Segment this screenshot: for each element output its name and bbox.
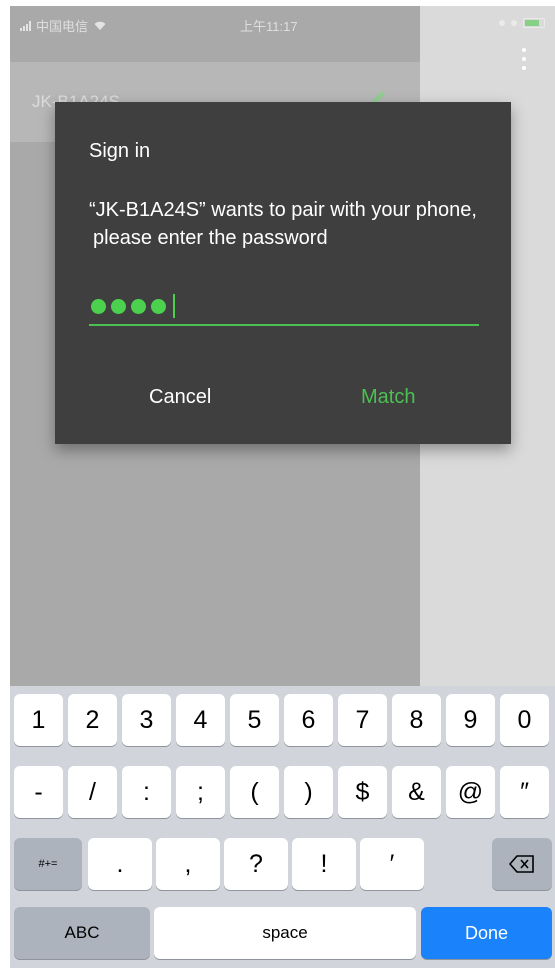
key[interactable]: ? — [224, 838, 288, 890]
key[interactable]: 5 — [230, 694, 279, 746]
keyboard: #+= ABC space Done 1 2 3 4 5 6 7 8 9 0 - /:;() $ & @ ″.… — [10, 686, 555, 968]
dialog-message-line1: “JK-B1A24S” wants to pair with your phon… — [89, 199, 477, 221]
key[interactable]: . — [88, 838, 152, 890]
carrier-name: 中国电信 — [36, 19, 89, 34]
signal-icon — [20, 20, 31, 31]
key[interactable]: 8 — [392, 694, 441, 746]
space-key[interactable]: space — [154, 907, 416, 959]
password-dot — [91, 298, 106, 314]
backspace-icon — [508, 855, 534, 873]
key[interactable]: 3 — [122, 694, 171, 746]
password-dot — [131, 298, 146, 314]
overflow-menu-icon[interactable] — [522, 48, 528, 70]
dialog-title: Sign in — [89, 140, 151, 162]
key[interactable]: 2 — [68, 694, 117, 746]
symbols-toggle-key[interactable]: #+= — [14, 838, 82, 890]
key[interactable]: 0 — [500, 694, 549, 746]
key[interactable]: 7 — [338, 694, 387, 746]
status-time: 上午11:17 — [240, 19, 298, 34]
status-bar: 中国电信 上午11:17 — [10, 6, 555, 42]
key[interactable]: - — [14, 766, 63, 818]
key[interactable]: ; — [176, 766, 225, 818]
key[interactable]: ) — [284, 766, 333, 818]
match-button[interactable]: Match — [361, 386, 415, 409]
dialog-message-line2: please enter the password — [93, 227, 328, 249]
key[interactable]: 9 — [446, 694, 495, 746]
phone-screen: 中国电信 上午11:17 JK-B1A24S Sign in “JK-B1A24… — [10, 6, 555, 968]
wifi-icon — [94, 21, 106, 30]
abc-key[interactable]: ABC — [14, 907, 150, 959]
key[interactable]: ′ — [360, 838, 424, 890]
key[interactable]: & — [392, 766, 441, 818]
status-right — [499, 18, 545, 28]
key[interactable]: 4 — [176, 694, 225, 746]
key[interactable]: , — [156, 838, 220, 890]
key[interactable]: ″ — [500, 766, 549, 818]
key[interactable]: 1 — [14, 694, 63, 746]
key[interactable]: ( — [230, 766, 279, 818]
password-mask — [91, 294, 175, 318]
key[interactable]: $ — [338, 766, 387, 818]
location-icon — [499, 20, 505, 26]
cancel-button[interactable]: Cancel — [149, 386, 211, 409]
password-input[interactable] — [89, 288, 479, 326]
password-dot — [151, 298, 166, 314]
sign-in-dialog: Sign in “JK-B1A24S” wants to pair with y… — [55, 102, 511, 444]
text-cursor — [173, 294, 175, 318]
backspace-key[interactable] — [492, 838, 552, 890]
status-left: 中国电信 — [20, 16, 107, 35]
password-dot — [111, 298, 126, 314]
key[interactable]: / — [68, 766, 117, 818]
key[interactable]: 6 — [284, 694, 333, 746]
dialog-message: “JK-B1A24S” wants to pair with your phon… — [89, 196, 509, 252]
done-key[interactable]: Done — [421, 907, 552, 959]
alarm-icon — [511, 20, 517, 26]
key[interactable]: @ — [446, 766, 495, 818]
battery-icon — [523, 18, 545, 28]
key[interactable]: ! — [292, 838, 356, 890]
key[interactable]: : — [122, 766, 171, 818]
